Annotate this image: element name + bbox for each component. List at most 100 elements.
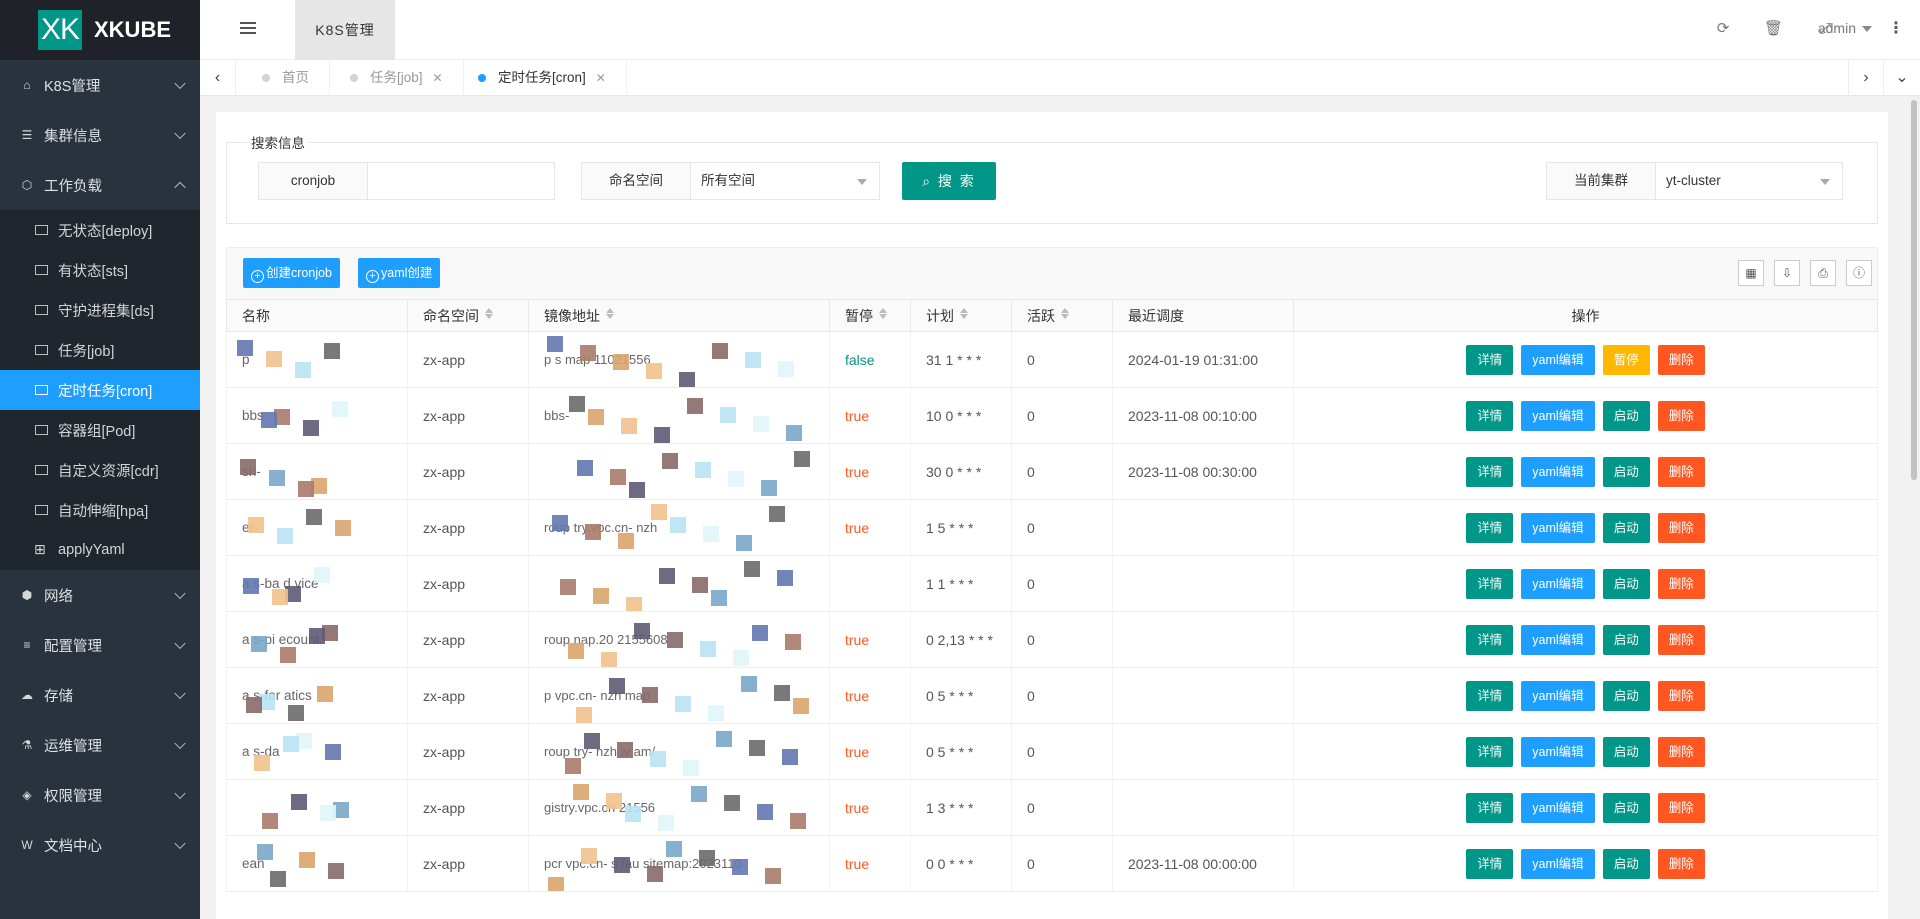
sort-icon[interactable] (485, 307, 493, 319)
delete-button[interactable]: 删除 (1657, 792, 1705, 823)
sidebar-item-hpa[interactable]: 自动伸缩[hpa] (0, 490, 200, 530)
tab-cron[interactable]: 定时任务[cron] ✕ (458, 60, 627, 96)
scrollbar[interactable] (1908, 96, 1920, 919)
info-icon[interactable]: ⓘ (1846, 260, 1872, 286)
sidebar-item-k8s[interactable]: ⌂ K8S管理 (0, 60, 200, 110)
sidebar-item-docs[interactable]: W 文档中心 (0, 820, 200, 870)
sidebar-item-config[interactable]: ≡ 配置管理 (0, 620, 200, 670)
yaml-edit-button[interactable]: yaml编辑 (1521, 512, 1595, 543)
detail-button[interactable]: 详情 (1466, 624, 1514, 655)
col-name[interactable]: 名称 (226, 299, 408, 332)
sidebar-item-storage[interactable]: ☁ 存储 (0, 670, 200, 720)
cluster-select[interactable]: yt-cluster (1655, 162, 1843, 200)
sort-icon[interactable] (606, 307, 614, 319)
sidebar-item-network[interactable]: ⬢ 网络 (0, 570, 200, 620)
logo[interactable]: XK XKUBE (0, 0, 200, 60)
delete-button[interactable]: 删除 (1657, 624, 1705, 655)
yaml-edit-button[interactable]: yaml编辑 (1521, 848, 1595, 879)
col-pause[interactable]: 暂停 (829, 299, 911, 332)
sidebar-item-cdr[interactable]: 自定义资源[cdr] (0, 450, 200, 490)
sidebar-item-deploy[interactable]: 无状态[deploy] (0, 210, 200, 250)
col-last-schedule[interactable]: 最近调度 (1112, 299, 1294, 332)
chevron-down-icon[interactable]: ⌄ (1884, 60, 1920, 96)
namespace-select[interactable]: 所有空间 (690, 162, 880, 200)
columns-icon[interactable]: ▦ (1738, 260, 1764, 286)
delete-button[interactable]: 删除 (1657, 512, 1705, 543)
yaml-edit-button[interactable]: yaml编辑 (1521, 792, 1595, 823)
tab-job[interactable]: 任务[job] ✕ (330, 60, 464, 96)
col-namespace[interactable]: 命名空间 (407, 299, 529, 332)
sort-icon[interactable] (960, 307, 968, 319)
start-button[interactable]: 启动 (1602, 792, 1650, 823)
table-icon (35, 265, 48, 275)
sidebar-item-ops[interactable]: ⚗ 运维管理 (0, 720, 200, 770)
detail-button[interactable]: 详情 (1466, 736, 1514, 767)
scrollbar-thumb[interactable] (1911, 100, 1917, 480)
start-button[interactable]: 启动 (1602, 624, 1650, 655)
yaml-edit-button[interactable]: yaml编辑 (1521, 680, 1595, 711)
detail-button[interactable]: 详情 (1466, 680, 1514, 711)
yaml-edit-button[interactable]: yaml编辑 (1521, 456, 1595, 487)
user-menu[interactable]: admin (1818, 20, 1872, 36)
delete-button[interactable]: 删除 (1657, 344, 1705, 375)
detail-button[interactable]: 详情 (1466, 568, 1514, 599)
pause-button[interactable]: 暂停 (1602, 344, 1650, 375)
delete-button[interactable]: 删除 (1657, 680, 1705, 711)
sidebar-item-sts[interactable]: 有状态[sts] (0, 250, 200, 290)
detail-button[interactable]: 详情 (1466, 344, 1514, 375)
start-button[interactable]: 启动 (1602, 512, 1650, 543)
refresh-icon[interactable]: ⟳ (1714, 20, 1732, 38)
yaml-create-button[interactable]: + yaml创建 (358, 258, 441, 288)
chevron-right-icon[interactable]: › (1848, 60, 1884, 96)
tab-home[interactable]: 首页 (242, 60, 330, 96)
header-tab-k8s[interactable]: K8S管理 (295, 0, 395, 60)
delete-button[interactable]: 删除 (1657, 568, 1705, 599)
detail-button[interactable]: 详情 (1466, 512, 1514, 543)
detail-button[interactable]: 详情 (1466, 792, 1514, 823)
col-active[interactable]: 活跃 (1011, 299, 1113, 332)
close-icon[interactable]: ✕ (433, 71, 443, 85)
start-button[interactable]: 启动 (1602, 456, 1650, 487)
delete-button[interactable]: 删除 (1657, 736, 1705, 767)
print-icon[interactable]: ⎙ (1810, 260, 1836, 286)
delete-button[interactable]: 删除 (1657, 456, 1705, 487)
export-icon[interactable]: ⇩ (1774, 260, 1800, 286)
detail-button[interactable]: 详情 (1466, 400, 1514, 431)
start-button[interactable]: 启动 (1602, 680, 1650, 711)
sidebar-item-applyyaml[interactable]: applyYaml (0, 530, 200, 570)
start-button[interactable]: 启动 (1602, 736, 1650, 767)
start-button[interactable]: 启动 (1602, 568, 1650, 599)
sidebar-item-permission[interactable]: ◈ 权限管理 (0, 770, 200, 820)
yaml-edit-button[interactable]: yaml编辑 (1521, 624, 1595, 655)
menu-toggle-icon[interactable] (240, 22, 256, 36)
yaml-edit-button[interactable]: yaml编辑 (1521, 400, 1595, 431)
yaml-edit-button[interactable]: yaml编辑 (1521, 568, 1595, 599)
redaction-block (666, 841, 682, 857)
cronjob-input[interactable] (367, 162, 555, 200)
chevron-left-icon[interactable]: ‹ (200, 60, 236, 96)
sidebar-item-pod[interactable]: 容器组[Pod] (0, 410, 200, 450)
more-icon[interactable]: ⋮ (1888, 18, 1904, 38)
create-cronjob-button[interactable]: + 创建cronjob (243, 258, 340, 288)
search-button[interactable]: ⌕ 搜 索 (902, 162, 996, 200)
detail-button[interactable]: 详情 (1466, 848, 1514, 879)
col-image[interactable]: 镜像地址 (528, 299, 830, 332)
yaml-edit-button[interactable]: yaml编辑 (1521, 736, 1595, 767)
sidebar-item-workload[interactable]: ⬡ 工作负载 (0, 160, 200, 210)
trash-icon[interactable]: 🗑 (1764, 20, 1783, 38)
yaml-edit-button[interactable]: yaml编辑 (1521, 344, 1595, 375)
sidebar-item-ds[interactable]: 守护进程集[ds] (0, 290, 200, 330)
delete-button[interactable]: 删除 (1657, 400, 1705, 431)
col-schedule[interactable]: 计划 (910, 299, 1012, 332)
sidebar-item-cron[interactable]: 定时任务[cron] (0, 370, 200, 410)
sort-icon[interactable] (1061, 307, 1069, 319)
detail-button[interactable]: 详情 (1466, 456, 1514, 487)
sidebar-item-cluster[interactable]: ☰ 集群信息 (0, 110, 200, 160)
redaction-block (692, 577, 708, 593)
sort-icon[interactable] (879, 307, 887, 319)
delete-button[interactable]: 删除 (1657, 848, 1705, 879)
start-button[interactable]: 启动 (1602, 848, 1650, 879)
close-icon[interactable]: ✕ (596, 71, 606, 85)
sidebar-item-job[interactable]: 任务[job] (0, 330, 200, 370)
start-button[interactable]: 启动 (1602, 400, 1650, 431)
